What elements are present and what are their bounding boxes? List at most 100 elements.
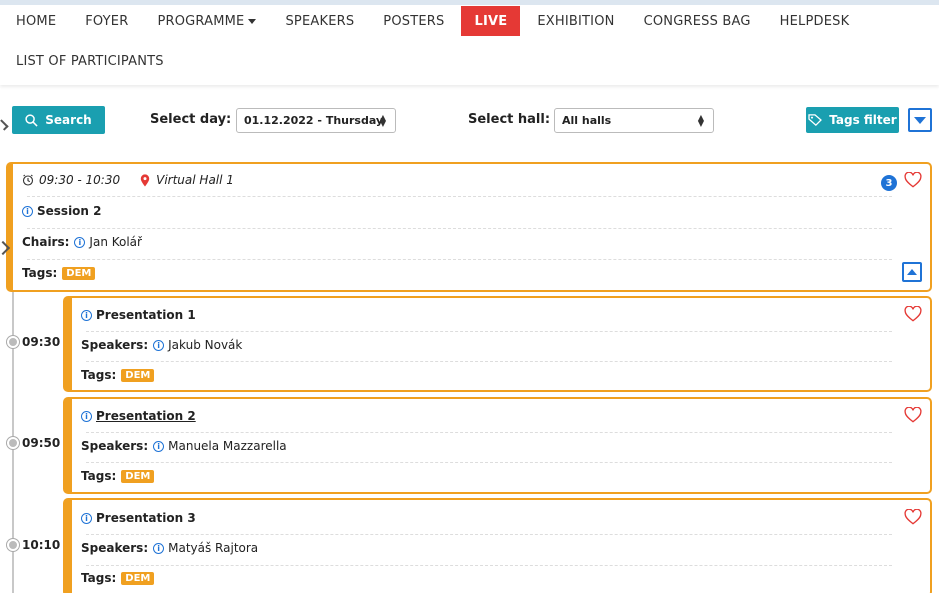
nav-foyer[interactable]: FOYER [85,6,128,36]
speaker-name[interactable]: Manuela Mazzarella [168,439,287,453]
chevron-down-icon [914,116,926,124]
tags-label: Tags: [81,469,117,483]
nav-exhibition[interactable]: EXHIBITION [537,6,614,36]
info-icon[interactable]: i [153,440,165,452]
side-panel-toggle-icon[interactable] [0,119,9,131]
search-button[interactable]: Search [12,106,105,134]
speaker-name[interactable]: Jakub Novák [168,338,242,352]
timeline-dot [7,336,19,348]
nav-speakers[interactable]: SPEAKERS [285,6,354,36]
divider [27,228,892,229]
select-hall-label: Select hall: [468,112,551,127]
chair-name[interactable]: Jan Kolář [89,235,142,249]
location-pin-icon [140,173,150,186]
divider [86,534,892,535]
nav-list-of-participants[interactable]: LIST OF PARTICIPANTS [16,46,164,76]
main-navigation: HOME FOYER PROGRAMME SPEAKERS POSTERS LI… [0,5,939,85]
presentation-card: i Presentation 1 Speakers: i Jakub Novák… [63,296,932,392]
presentation-tags-row: Tags: DEM [81,571,155,585]
session-title-row[interactable]: i Session 2 [22,204,102,218]
divider [86,432,892,433]
info-icon[interactable]: i [74,236,86,248]
session-tags-row: Tags: DEM [22,266,96,280]
nav-live[interactable]: LIVE [461,6,521,36]
tag-icon [808,114,823,126]
presentation-count-badge: 3 [881,175,897,191]
tags-filter-button[interactable]: Tags filter [806,107,899,133]
divider [86,462,892,463]
presentation-speakers-row: Speakers: i Manuela Mazzarella [81,439,287,453]
nav-helpdesk[interactable]: HELPDESK [780,6,850,36]
select-day-dropdown[interactable]: 01.12.2022 - Thursday ▲ ▼ [236,108,396,133]
select-hall-dropdown[interactable]: All halls ▲ ▼ [554,108,714,133]
tags-label: Tags: [22,266,58,280]
tags-label: Tags: [81,571,117,585]
heart-icon[interactable] [904,509,922,525]
speakers-label: Speakers: [81,439,149,453]
presentation-title: Presentation 3 [96,511,196,525]
info-icon: i [81,309,92,321]
tag-badge[interactable]: DEM [121,571,155,585]
select-day-label: Select day: [150,112,232,127]
clock-icon [22,174,34,186]
presentation-tags-row: Tags: DEM [81,469,155,483]
presentation-title: Presentation 1 [96,308,196,322]
session-time-row: 09:30 - 10:30 Virtual Hall 1 [22,173,234,187]
nav-programme-label: PROGRAMME [157,13,245,29]
heart-icon[interactable] [904,172,922,188]
presentation-speakers-row: Speakers: i Jakub Novák [81,338,242,352]
nav-posters[interactable]: POSTERS [383,6,444,36]
collapse-all-button[interactable] [908,108,932,132]
timeline-dot [7,437,19,449]
presentation-speakers-row: Speakers: i Matyáš Rajtora [81,541,258,555]
presentation-title-row[interactable]: i Presentation 3 [81,511,196,525]
select-hall-value: All halls [562,114,612,127]
presentation-title-row[interactable]: i Presentation 2 [81,409,196,423]
info-icon: i [81,410,92,422]
presentation-card: i Presentation 3 Speakers: i Matyáš Rajt… [63,498,932,593]
tags-label: Tags: [81,368,117,382]
info-icon[interactable]: i [153,339,165,351]
timeline-time: 09:30 [22,335,61,349]
speakers-label: Speakers: [81,338,149,352]
divider [27,196,892,197]
presentation-title: Presentation 2 [96,409,196,423]
nav-programme[interactable]: PROGRAMME [157,6,257,36]
speakers-label: Speakers: [81,541,149,555]
divider [86,361,892,362]
divider [86,331,892,332]
info-icon[interactable]: i [153,542,165,554]
chevron-up-icon [907,269,917,275]
presentation-tags-row: Tags: DEM [81,368,155,382]
session-card: 09:30 - 10:30 Virtual Hall 1 3 i Session… [6,162,932,292]
timeline-dot [7,539,19,551]
chairs-label: Chairs: [22,235,70,249]
heart-icon[interactable] [904,306,922,322]
select-day-value: 01.12.2022 - Thursday [244,114,384,127]
tag-badge[interactable]: DEM [121,469,155,483]
nav-congress-bag[interactable]: CONGRESS BAG [644,6,751,36]
divider [27,259,892,260]
search-button-label: Search [45,113,92,127]
info-icon: i [81,512,92,524]
tag-badge[interactable]: DEM [121,368,155,382]
timeline-time: 10:10 [22,538,61,552]
select-arrows-icon: ▲ ▼ [379,113,386,128]
tag-badge[interactable]: DEM [62,266,96,280]
divider [86,565,892,566]
session-title: Session 2 [37,204,102,218]
session-hall: Virtual Hall 1 [156,173,234,187]
caret-down-icon [248,18,257,24]
timeline-time: 09:50 [22,436,61,450]
select-arrows-icon: ▲ ▼ [697,113,704,128]
tags-filter-label: Tags filter [829,113,897,127]
presentation-card: i Presentation 2 Speakers: i Manuela Maz… [63,397,932,494]
heart-icon[interactable] [904,407,922,423]
info-icon: i [22,205,33,217]
nav-home[interactable]: HOME [16,6,56,36]
presentation-title-row[interactable]: i Presentation 1 [81,308,196,322]
session-chairs-row: Chairs: i Jan Kolář [22,235,142,249]
speaker-name[interactable]: Matyáš Rajtora [168,541,258,555]
session-time: 09:30 - 10:30 [39,173,121,187]
collapse-session-button[interactable] [902,262,922,282]
